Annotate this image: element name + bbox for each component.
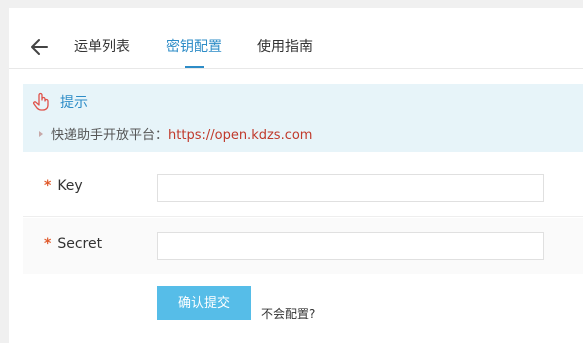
notice-box: 提示 快递助手开放平台：https://open.kdzs.com — [23, 84, 583, 152]
help-link[interactable]: 不会配置? — [261, 305, 315, 322]
key-row: * Key — [23, 160, 583, 217]
tab-key-config[interactable]: 密钥配置 — [166, 36, 222, 56]
back-arrow-icon[interactable] — [29, 36, 51, 58]
main-panel: 运单列表 密钥配置 使用指南 提示 快递助手开放平台：https://open.… — [9, 8, 583, 343]
required-mark: * — [44, 236, 52, 252]
key-label: * Key — [44, 178, 83, 194]
tab-waybill-list[interactable]: 运单列表 — [74, 36, 130, 56]
active-tab-indicator — [185, 66, 204, 68]
platform-link[interactable]: https://open.kdzs.com — [168, 128, 312, 143]
notice-text-label: 快递助手开放平台： — [51, 128, 169, 143]
secret-row: * Secret — [23, 218, 583, 274]
hand-pointer-icon — [33, 92, 49, 111]
tab-usage-guide[interactable]: 使用指南 — [257, 36, 313, 56]
tab-bar: 运单列表 密钥配置 使用指南 — [9, 8, 583, 69]
secret-label: * Secret — [44, 236, 102, 252]
secret-label-text: Secret — [57, 236, 103, 252]
key-input[interactable] — [157, 174, 544, 202]
submit-button[interactable]: 确认提交 — [157, 286, 251, 320]
key-label-text: Key — [57, 178, 83, 194]
bullet-icon — [39, 131, 43, 137]
notice-title: 提示 — [60, 95, 88, 111]
notice-text: 快递助手开放平台：https://open.kdzs.com — [51, 124, 312, 143]
required-mark: * — [44, 178, 52, 194]
secret-input[interactable] — [157, 232, 544, 260]
